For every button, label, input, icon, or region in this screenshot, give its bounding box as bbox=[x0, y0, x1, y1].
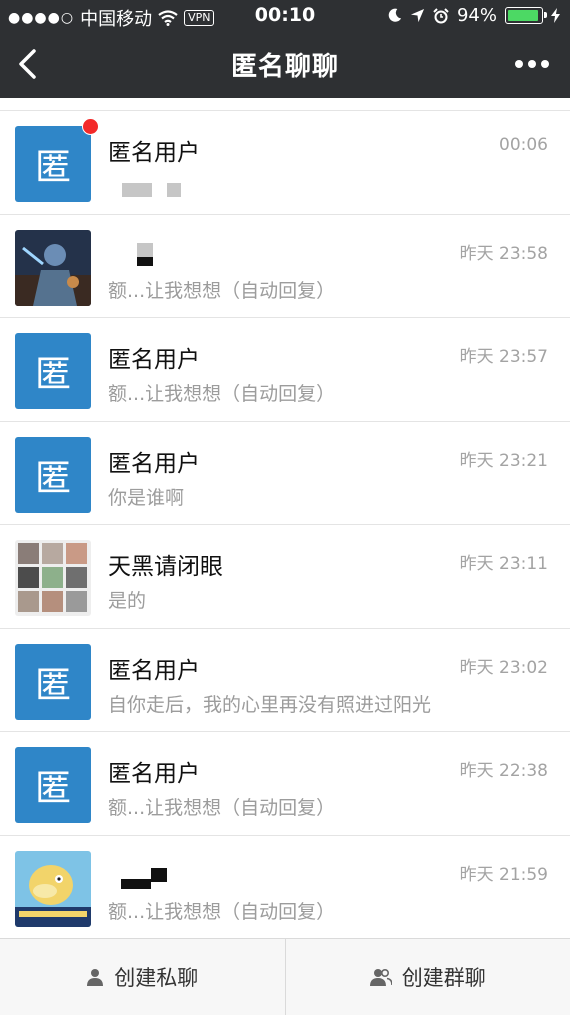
create-private-chat-label: 创建私聊 bbox=[114, 966, 199, 990]
chat-list-item[interactable]: 匿 匿名用户 昨天 22:38 额...让我想想（自动回复） bbox=[0, 731, 570, 835]
group-mosaic-avatar bbox=[15, 540, 91, 616]
chat-last-message: 额...让我想想（自动回复） bbox=[108, 900, 336, 923]
chat-list-item[interactable]: 匿 匿名用户 昨天 23:02 自你走后，我的心里再没有照进过阳光 bbox=[0, 627, 570, 731]
navigation-bar: 匿名聊聊 bbox=[0, 32, 570, 98]
anonymous-avatar: 匿 bbox=[15, 126, 91, 202]
people-group-icon bbox=[369, 968, 392, 986]
anonymous-avatar: 匿 bbox=[15, 747, 91, 823]
page-title: 匿名聊聊 bbox=[230, 52, 339, 82]
chat-last-message: 你是谁啊 bbox=[108, 486, 185, 509]
chat-name: 匿名用户 bbox=[108, 761, 200, 787]
top-bar: ●●●●○ 中国移动 VPN 00:10 94% 匿名聊聊 bbox=[0, 0, 570, 98]
chat-list-item[interactable]: 匿 匿名用户 昨天 23:57 额...让我想想（自动回复） bbox=[0, 317, 570, 421]
cartoon-duck-avatar bbox=[15, 850, 91, 927]
chat-last-message: 是的 bbox=[108, 590, 147, 612]
chat-last-message: 额...让我想想（自动回复） bbox=[108, 797, 336, 819]
charging-bolt-icon bbox=[551, 8, 560, 23]
chat-time: 昨天 22:38 bbox=[459, 761, 548, 781]
chat-list-item[interactable]: 昨天 23:58 额...让我想想（自动回复） bbox=[0, 213, 570, 317]
redacted-name bbox=[137, 242, 153, 257]
chat-name: 匿名用户 bbox=[108, 347, 200, 373]
game-character-avatar bbox=[15, 229, 91, 306]
chat-list-item[interactable]: 匿 匿名用户 00:06 bbox=[0, 110, 570, 214]
chat-time: 昨天 21:59 bbox=[459, 864, 548, 885]
bottom-action-bar: 创建私聊 创建群聊 bbox=[0, 938, 570, 1015]
chat-name: 匿名用户 bbox=[108, 657, 200, 684]
create-group-chat-label: 创建群聊 bbox=[401, 966, 486, 990]
chat-name: 匿名用户 bbox=[108, 140, 200, 166]
chat-name: 天黑请闭眼 bbox=[108, 554, 223, 580]
redacted-name bbox=[151, 867, 167, 882]
chat-last-message: 额...让我想想（自动回复） bbox=[108, 383, 336, 405]
chat-time: 昨天 23:21 bbox=[459, 450, 548, 471]
moon-icon bbox=[388, 8, 402, 22]
redacted-name bbox=[121, 878, 151, 889]
redacted-message bbox=[122, 183, 152, 197]
unread-dot-badge bbox=[82, 118, 99, 135]
redacted-name bbox=[137, 256, 153, 266]
more-options-icon[interactable] bbox=[514, 54, 550, 74]
anonymous-avatar: 匿 bbox=[15, 333, 91, 409]
create-private-chat-button[interactable]: 创建私聊 bbox=[0, 939, 285, 1015]
chat-list-item[interactable]: 匿 匿名用户 昨天 23:21 你是谁啊 bbox=[0, 420, 570, 524]
battery-percent: 94% bbox=[456, 5, 497, 26]
create-group-chat-button[interactable]: 创建群聊 bbox=[284, 939, 570, 1015]
chat-time: 昨天 23:58 bbox=[459, 243, 548, 264]
anonymous-avatar: 匿 bbox=[15, 643, 91, 720]
chat-time: 昨天 23:02 bbox=[459, 657, 548, 678]
status-bar: ●●●●○ 中国移动 VPN 00:10 94% bbox=[0, 0, 570, 32]
chat-list-item[interactable]: 天黑请闭眼 昨天 23:11 是的 bbox=[0, 524, 570, 628]
battery-icon bbox=[505, 7, 547, 24]
person-icon bbox=[87, 969, 104, 986]
chat-time: 昨天 23:11 bbox=[459, 554, 548, 574]
alarm-icon bbox=[433, 7, 449, 23]
anonymous-avatar: 匿 bbox=[15, 436, 91, 513]
chat-last-message: 自你走后，我的心里再没有照进过阳光 bbox=[108, 693, 432, 716]
chat-name: 匿名用户 bbox=[108, 450, 200, 477]
location-arrow-icon bbox=[410, 8, 425, 23]
chat-list-item[interactable]: 昨天 21:59 额...让我想想（自动回复） bbox=[0, 834, 570, 938]
battery-level bbox=[508, 10, 539, 21]
chat-last-message: 额...让我想想（自动回复） bbox=[108, 279, 336, 302]
chat-time: 昨天 23:57 bbox=[459, 347, 548, 367]
chat-time: 00:06 bbox=[499, 135, 548, 155]
chat-list: 匿 匿名用户 00:06 昨天 23:58 额...让我想想（自动回复） 匿 匿… bbox=[0, 110, 570, 938]
redacted-message bbox=[167, 183, 181, 197]
